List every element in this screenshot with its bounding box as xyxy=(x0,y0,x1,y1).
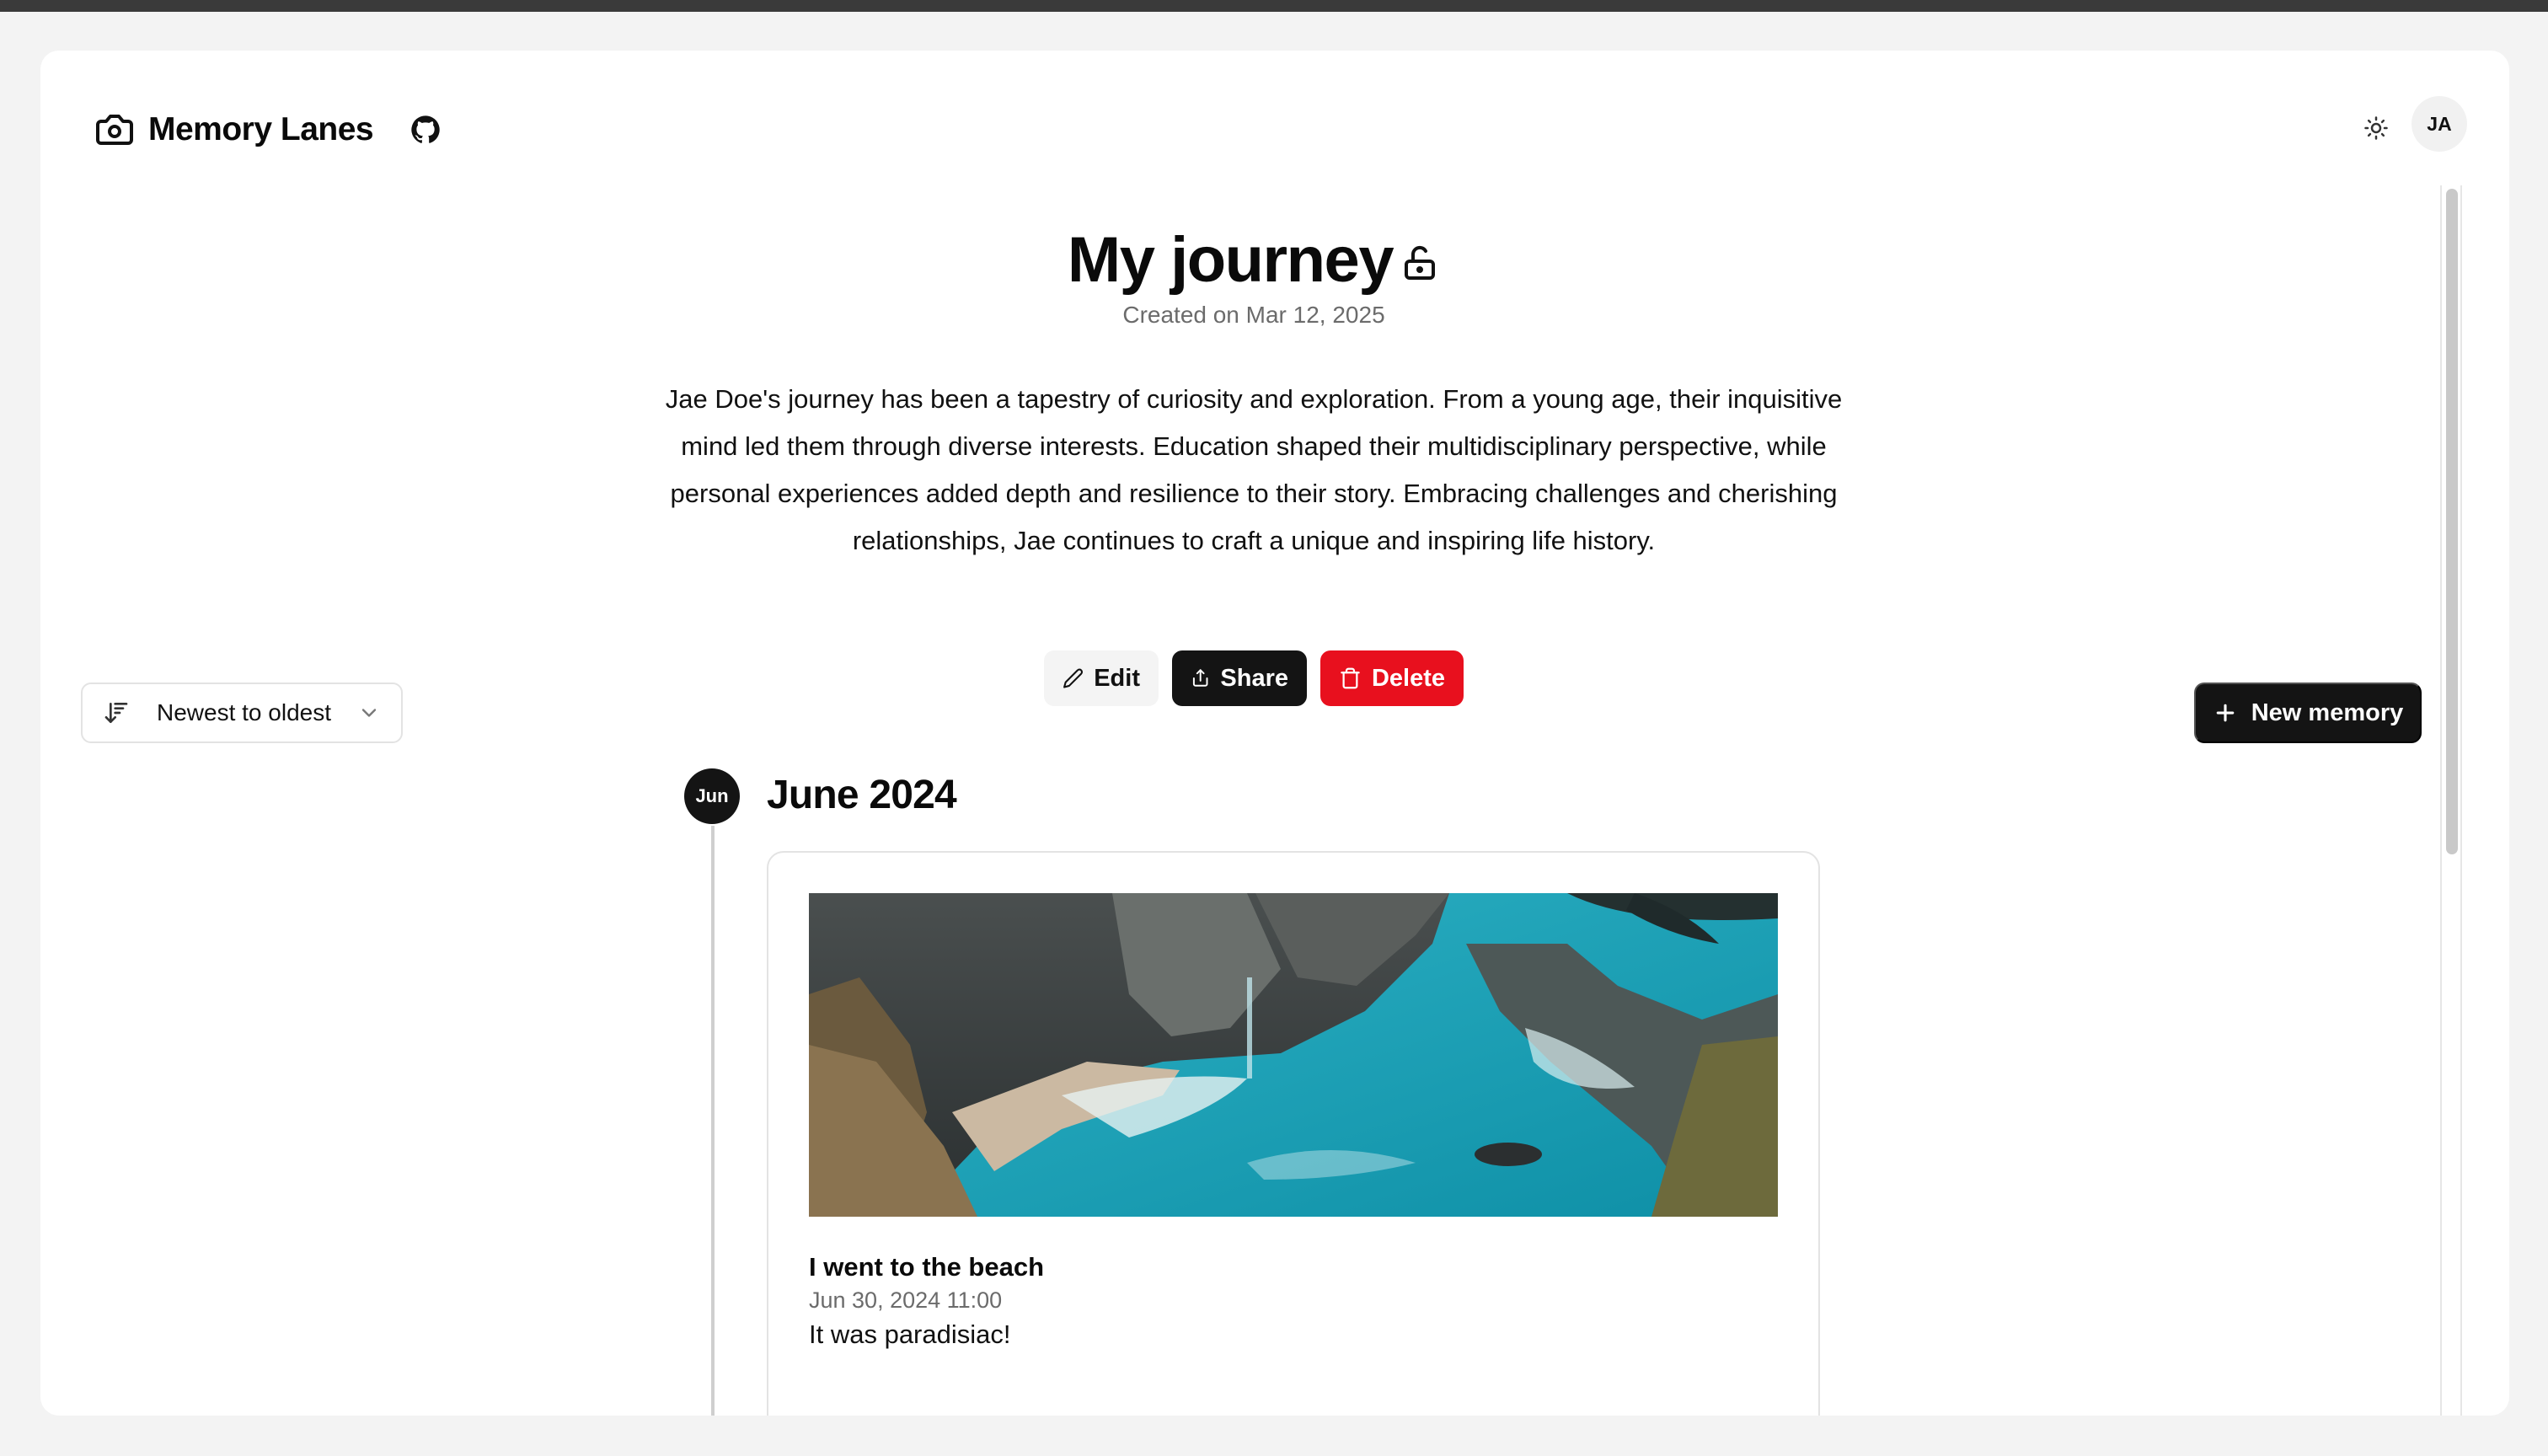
share-icon xyxy=(1192,669,1208,687)
share-button-label: Share xyxy=(1220,664,1288,692)
edit-button-label: Edit xyxy=(1094,664,1140,692)
sort-select[interactable]: Newest to oldest xyxy=(81,682,403,743)
app-header-brand: Memory Lanes xyxy=(94,101,442,158)
plus-icon xyxy=(2216,704,2235,722)
delete-button-label: Delete xyxy=(1371,664,1445,692)
user-avatar[interactable]: JA xyxy=(2412,96,2467,152)
app-name[interactable]: Memory Lanes xyxy=(148,111,374,148)
unlock-icon[interactable] xyxy=(1400,241,1440,285)
chevron-down-icon xyxy=(361,709,377,717)
memory-card[interactable]: I went to the beach Jun 30, 2024 11:00 I… xyxy=(767,851,1820,1416)
journey-actions: Edit Share Delete xyxy=(40,650,2467,706)
delete-button[interactable]: Delete xyxy=(1320,650,1464,706)
app-window: Memory Lanes JA My journey Created on Ma… xyxy=(40,51,2509,1416)
memory-photo xyxy=(809,893,1778,1217)
sort-select-value: Newest to oldest xyxy=(157,699,331,725)
journey-description: Jae Doe's journey has been a tapestry of… xyxy=(665,384,1843,555)
pencil-icon xyxy=(1063,668,1084,688)
timeline-month-badge: Jun xyxy=(684,768,740,824)
github-icon[interactable] xyxy=(409,113,442,147)
timeline-month-heading: June 2024 xyxy=(767,773,957,817)
edit-button[interactable]: Edit xyxy=(1044,650,1159,706)
journey-title-row: My journey xyxy=(40,219,2467,300)
journey-created-date: Created on Mar 12, 2025 xyxy=(1122,302,1385,328)
sort-icon xyxy=(104,703,128,723)
new-memory-button-label: New memory xyxy=(2251,699,2404,726)
trash-icon xyxy=(1341,667,1360,689)
window-top-bar xyxy=(0,0,2548,12)
page-title: My journey xyxy=(1067,223,1394,296)
timeline-line xyxy=(711,826,715,1416)
memory-date: Jun 30, 2024 11:00 xyxy=(809,1287,1003,1313)
memory-text: It was paradisiac! xyxy=(809,1320,1011,1349)
sun-icon xyxy=(2364,116,2388,140)
theme-toggle-button[interactable] xyxy=(2349,101,2403,155)
camera-icon xyxy=(96,115,133,145)
beach-cove-image xyxy=(809,893,1778,1217)
memory-title: I went to the beach xyxy=(809,1252,1045,1282)
share-button[interactable]: Share xyxy=(1172,650,1307,706)
new-memory-button[interactable]: New memory xyxy=(2194,682,2422,743)
